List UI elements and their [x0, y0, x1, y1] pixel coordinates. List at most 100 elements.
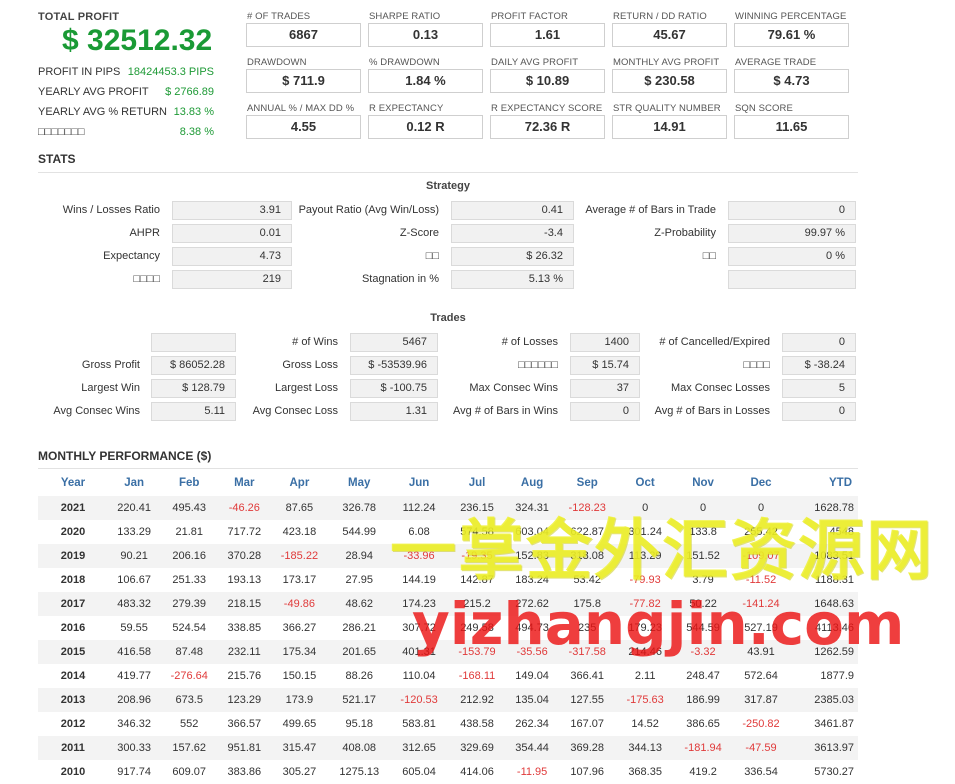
stats-title: STATS [38, 152, 76, 166]
monthly-value-cell: -168.11 [458, 670, 496, 682]
divider [38, 468, 858, 469]
monthly-value-cell: 286.21 [342, 622, 377, 634]
monthly-value-cell: 208.96 [108, 688, 161, 712]
monthly-header-cell: Jul [468, 477, 486, 489]
monthly-value-cell: 28.94 [328, 544, 391, 568]
monthly-value-cell: 416.58 [108, 640, 161, 664]
strategy-value: 4.73 [172, 247, 292, 266]
monthly-value-cell: 173.9 [270, 688, 329, 712]
monthly-value-cell: -47.59 [732, 736, 790, 760]
monthly-value-cell: 315.47 [270, 736, 329, 760]
monthly-value-cell: 232.11 [218, 640, 271, 664]
trades-value: 0 [782, 333, 856, 352]
strategy-value: 0 [728, 201, 856, 220]
monthly-value-cell: 220.41 [108, 496, 161, 520]
summary-value: 8.38 % [179, 126, 214, 138]
monthly-value-cell: 344.13 [616, 736, 675, 760]
trades-value [151, 333, 236, 352]
summary-label: YEARLY AVG PROFIT [38, 86, 149, 98]
stat-value: $ 4.73 [734, 69, 849, 93]
monthly-value-cell: 605.04 [402, 766, 436, 778]
trades-value: 0 [782, 402, 856, 421]
monthly-value-cell: 95.18 [345, 718, 373, 730]
monthly-value-cell: 483.32 [108, 592, 161, 616]
total-profit-value: $ 32512.32 [62, 24, 213, 57]
monthly-value-cell: 673.5 [160, 688, 219, 712]
strategy-key: Stagnation in % [361, 273, 439, 285]
monthly-value-cell: 206.16 [160, 544, 219, 568]
stat-value: 0.13 [368, 23, 483, 47]
monthly-title: MONTHLY PERFORMANCE ($) [38, 449, 212, 463]
monthly-header-cell: YTD [829, 477, 852, 489]
stat-label: DRAWDOWN [247, 57, 307, 68]
stat-label: AVERAGE TRADE [735, 57, 817, 68]
monthly-value-cell: 609.07 [172, 766, 207, 778]
monthly-year-cell: 2011 [38, 736, 108, 760]
monthly-year-cell: 2010 [60, 766, 86, 778]
trades-key: Largest Win [81, 382, 140, 394]
monthly-value-cell: 218.15 [218, 592, 271, 616]
trades-value: 1400 [570, 333, 640, 352]
summary-row-yearly-avg-profit: YEARLY AVG PROFIT $ 2766.89 [38, 86, 214, 104]
monthly-row: 2012 346.32 552 366.57 499.65 95.18 583.81 438.… [38, 712, 858, 736]
strategy-value: $ 26.32 [451, 247, 574, 266]
stat-label: WINNING PERCENTAGE [735, 11, 847, 22]
monthly-year-cell: 2021 [38, 496, 108, 520]
monthly-header-cell: Year [60, 477, 86, 489]
trades-value: 1.31 [350, 402, 438, 421]
summary-value: 18424453.3 PIPS [127, 66, 214, 78]
monthly-value-cell: 27.95 [345, 574, 373, 586]
monthly-value-cell: 329.69 [448, 736, 506, 760]
trades-value: $ -38.24 [782, 356, 856, 375]
monthly-value-cell: 524.54 [172, 622, 207, 634]
monthly-value-cell: 495.43 [160, 496, 219, 520]
monthly-header-cell: Jan [124, 477, 145, 489]
monthly-value-cell: 1275.13 [339, 766, 380, 778]
monthly-value-cell: 326.78 [328, 496, 391, 520]
monthly-header-row: Year Jan Feb Mar Apr May Jun Jul Aug Sep Oct Nov Dec… [38, 470, 858, 496]
summary-label: □□□□□□□ [38, 126, 85, 138]
summary-value: 13.83 % [173, 106, 214, 118]
monthly-value-cell: 88.26 [345, 670, 373, 682]
monthly-value-cell: 521.17 [328, 688, 391, 712]
strategy-value: 0.01 [172, 224, 292, 243]
trades-value: 0 [570, 402, 640, 421]
trades-key: Largest Loss [275, 382, 338, 394]
monthly-value-cell: 423.18 [282, 526, 317, 538]
monthly-value-cell: 21.81 [175, 526, 203, 538]
monthly-value-cell: -276.64 [170, 670, 208, 682]
monthly-value-cell: 167.07 [570, 718, 605, 730]
monthly-value-cell: 414.06 [460, 766, 494, 778]
monthly-value-cell: 133.29 [117, 526, 151, 538]
trades-value: $ 86052.28 [151, 356, 236, 375]
strategy-value: 0 % [728, 247, 856, 266]
stat-label: STR QUALITY NUMBER [613, 103, 721, 114]
trades-key: Avg # of Bars in Losses [654, 405, 770, 417]
monthly-value-cell: 300.33 [108, 736, 161, 760]
monthly-value-cell: 173.17 [282, 574, 317, 586]
monthly-value-cell: -11.95 [516, 766, 548, 778]
monthly-header-cell: May [348, 477, 371, 489]
monthly-value-cell: 305.27 [282, 766, 317, 778]
summary-row-unknown: □□□□□□□ 8.38 % [38, 126, 214, 144]
monthly-value-cell: 366.41 [570, 670, 605, 682]
monthly-value-cell: -250.82 [742, 718, 780, 730]
stat-label: SHARPE RATIO [369, 11, 441, 22]
stat-label: % DRAWDOWN [369, 57, 440, 68]
stat-value: 79.61 % [734, 23, 849, 47]
monthly-year-cell: 2013 [38, 688, 108, 712]
monthly-value-cell: 3461.87 [814, 718, 854, 730]
monthly-value-cell: 2.11 [634, 670, 656, 682]
monthly-value-cell: 87.65 [270, 496, 329, 520]
divider [38, 172, 858, 173]
stat-label: DAILY AVG PROFIT [491, 57, 579, 68]
stat-value: $ 10.89 [490, 69, 605, 93]
monthly-value-cell: 499.65 [282, 718, 317, 730]
trades-key: Avg Consec Wins [53, 405, 140, 417]
strategy-value: 5.13 % [451, 270, 574, 289]
monthly-value-cell: 366.57 [227, 718, 262, 730]
strategy-key: Wins / Losses Ratio [62, 204, 160, 216]
trades-key: Gross Profit [81, 359, 140, 371]
trades-value: $ 128.79 [151, 379, 236, 398]
monthly-value-cell: 215.76 [227, 670, 262, 682]
